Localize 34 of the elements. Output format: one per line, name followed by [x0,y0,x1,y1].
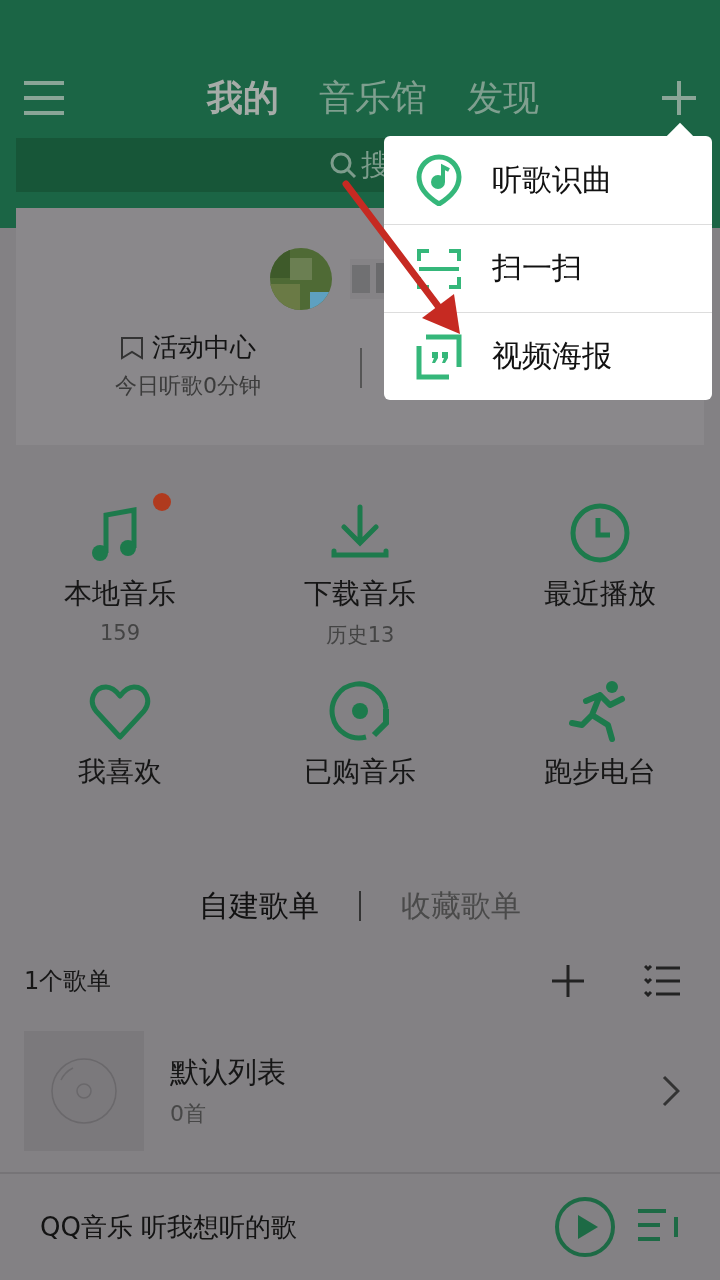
activity-title[interactable]: 活动中心 [152,330,256,365]
shortcut-label[interactable]: 已购音乐 [304,753,416,791]
playlist-title: 默认列表 [170,1054,287,1091]
playlist-tab[interactable]: 自建歌单 [199,885,319,927]
nav-tab[interactable]: 发现 [467,73,539,123]
scan-icon [417,248,461,289]
shortcut-label[interactable]: 跑步电台 [544,753,656,791]
play-button-icon[interactable] [554,1196,616,1258]
shortcut-label[interactable]: 下载音乐 [304,575,416,613]
shortcut-label[interactable]: 最近播放 [544,575,656,613]
plus-icon [552,965,584,997]
manage-list-button[interactable] [644,965,680,997]
nav-tab[interactable]: 音乐馆 [319,73,427,123]
shortcut-count: 历史13 [325,622,395,649]
plus-icon[interactable] [662,81,696,115]
shortcut-label[interactable]: 本地音乐 [64,575,176,613]
player-slogan: QQ音乐 听我想听的歌 [40,1210,299,1244]
playlist-row[interactable]: 默认列表 0首 [0,1031,720,1151]
flag-icon [120,335,144,360]
listening-time: 今日听歌0分钟 [115,372,261,400]
search-icon [329,151,357,179]
nav-tab[interactable]: 我的 [207,73,279,123]
chevron-right-icon [662,1075,680,1107]
shortcut-label[interactable]: 我喜欢 [78,753,162,791]
music-pin-icon [416,154,462,206]
menu-icon[interactable] [24,81,64,115]
disc-icon [328,679,392,743]
clock-icon [568,501,632,565]
video-poster-icon [416,333,462,380]
checklist-icon [644,965,680,997]
song-count: 0首 [170,1100,207,1128]
playlist-count: 1个歌单 [24,966,113,997]
shortcut-count: 159 [99,621,141,645]
add-playlist-button[interactable] [552,965,584,997]
